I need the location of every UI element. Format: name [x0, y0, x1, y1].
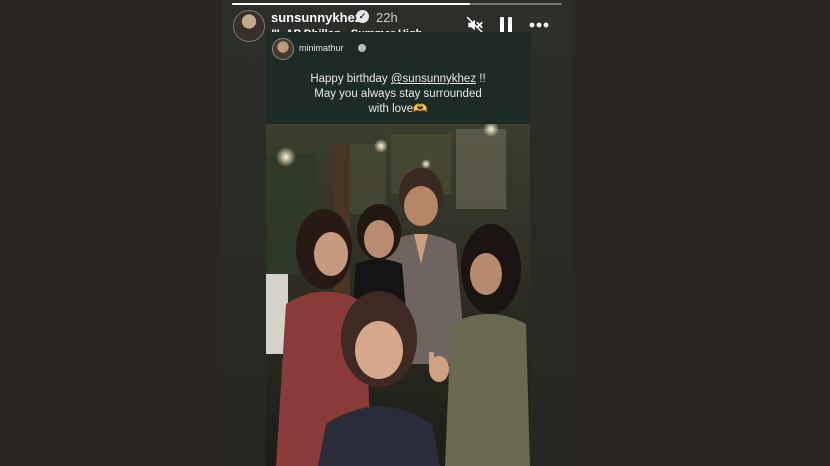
left-backdrop	[0, 0, 222, 466]
avatar[interactable]	[233, 10, 265, 42]
caption-line-1: Happy birthday @sunsunnykhez !!	[276, 72, 520, 87]
card-username[interactable]: minimathur	[299, 43, 344, 53]
more-dots-icon	[529, 22, 549, 28]
story-progress-bar	[232, 3, 562, 5]
caption-suffix: !!	[476, 73, 486, 85]
caption-line-3-text: with love	[368, 103, 414, 115]
right-backdrop	[572, 0, 830, 466]
caption-mention[interactable]: @sunsunnykhez	[391, 73, 476, 85]
card-verified-icon	[358, 44, 366, 52]
caption-line-3: with love🫶	[276, 102, 520, 117]
caption-prefix: Happy birthday	[310, 73, 391, 85]
story-viewer[interactable]: sunsunnykhez ✓ 22h !!! AP Dhillon · Summ…	[222, 0, 572, 466]
group-photo-illustration	[266, 124, 530, 466]
story-caption: Happy birthday @sunsunnykhez !! May you …	[276, 72, 520, 117]
story-username[interactable]: sunsunnykhez	[271, 10, 361, 25]
caption-line-2: May you always stay surrounded	[314, 88, 482, 100]
card-avatar[interactable]	[272, 38, 294, 60]
group-photo	[266, 124, 530, 466]
shared-story-card[interactable]: minimathur Happy birthday @sunsunnykhez …	[266, 32, 530, 466]
story-timestamp: 22h	[376, 10, 398, 25]
verified-badge-icon: ✓	[356, 10, 369, 23]
heart-hands-emoji: 🫶	[413, 103, 428, 115]
story-progress-fill	[232, 3, 470, 5]
more-options-button[interactable]	[528, 14, 550, 36]
